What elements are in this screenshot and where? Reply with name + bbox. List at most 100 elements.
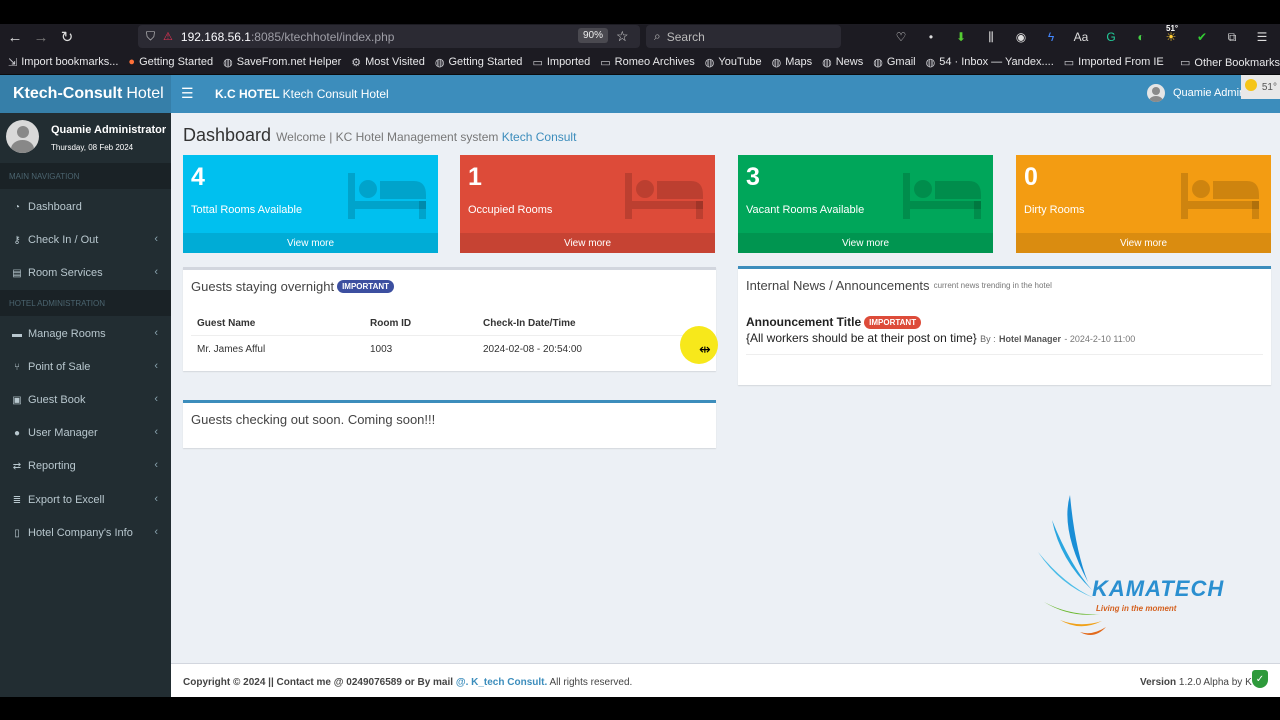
bookmark-label: Getting Started <box>139 56 214 68</box>
bookmark-label: News <box>835 56 864 68</box>
view-more-link[interactable]: View more <box>738 233 993 253</box>
extension-icon[interactable]: • <box>922 28 940 46</box>
announcement-text: {All workers should be at their post on … <box>746 331 977 345</box>
chevron-left-icon: ‹ <box>154 233 158 245</box>
firefox-icon: ● <box>128 56 136 68</box>
view-more-link[interactable]: View more <box>460 233 715 253</box>
ublock-icon[interactable]: ◉ <box>1012 28 1030 46</box>
bookmark-item[interactable]: ◍ News <box>822 56 863 69</box>
announcement-title: Announcement Title IMPORTANT <box>746 315 922 329</box>
check-icon[interactable]: ✔ <box>1193 28 1211 46</box>
folder-icon: ▭ <box>1180 57 1191 69</box>
bookmark-item[interactable]: ◍ Getting Started <box>435 56 523 69</box>
sidebar-item-dashboard[interactable]: ◔ Dashboard <box>0 192 171 222</box>
bookmark-item[interactable]: ● Getting Started <box>128 56 213 68</box>
news-subtitle: current news trending in the hotel <box>933 281 1052 290</box>
wing-icon <box>1036 495 1106 636</box>
bed-icon <box>1181 173 1259 219</box>
screen-top-border <box>0 0 1280 24</box>
bookmark-item[interactable]: ◍ Maps <box>772 56 813 69</box>
globe-icon: ◍ <box>223 56 233 69</box>
sidebar-item-export-to-excell[interactable]: ≣ Export to Excell ‹ <box>0 485 171 515</box>
user-menu[interactable]: Quamie Admin <box>1147 84 1245 102</box>
url-bar[interactable]: ⛉ ⚠ 192.168.56.1:8085/ktechhotel/index.p… <box>138 25 640 48</box>
bookmark-label: 54 · Inbox — Yandex.... <box>939 56 1054 68</box>
sidebar-item-room-services[interactable]: ▤ Room Services ‹ <box>0 258 171 288</box>
bed-icon <box>625 173 703 219</box>
bookmark-item[interactable]: ◍ Gmail <box>873 56 915 69</box>
star-icon[interactable]: ☆ <box>616 28 629 45</box>
shield-icon: ⛉ <box>146 29 156 43</box>
view-more-link[interactable]: View more <box>183 233 438 253</box>
chevron-left-icon: ‹ <box>154 266 158 278</box>
bookmark-item[interactable]: ◍ 54 · Inbox — Yandex.... <box>926 56 1054 69</box>
browser-toolbar: ← → ↻ ⛉ ⚠ 192.168.56.1:8085/ktechhotel/i… <box>0 24 1280 50</box>
menu-icon[interactable]: ☰ <box>1253 28 1271 46</box>
app-brand[interactable]: Ktech-Consult Hotel <box>0 75 171 113</box>
sidebar-toggle-icon[interactable]: ☰ <box>181 85 194 102</box>
announcement-author: Hotel Manager <box>999 334 1062 344</box>
sidebar-item-guest-book[interactable]: ▣ Guest Book ‹ <box>0 385 171 415</box>
sidebar-item-manage-rooms[interactable]: ▬ Manage Rooms ‹ <box>0 319 171 349</box>
book-icon: ▤ <box>12 267 22 279</box>
sidebar-item-reporting[interactable]: ⇄ Reporting ‹ <box>0 451 171 481</box>
weather-widget-temp: 51° <box>1261 81 1277 93</box>
footer-link[interactable]: @. K_tech Consult. <box>456 677 547 688</box>
bookmark-item[interactable]: ▭ Romeo Archives <box>600 56 695 69</box>
download-icon[interactable]: ⬇ <box>952 28 970 46</box>
footer-copyright-text: Copyright © 2024 || Contact me @ 0249076… <box>183 677 454 688</box>
bolt-icon[interactable]: ϟ <box>1042 28 1060 46</box>
other-bookmarks[interactable]: ▭ Other Bookmarks <box>1180 56 1280 70</box>
import-icon: ⇲ <box>8 56 18 69</box>
bookmark-label: SaveFrom.net Helper <box>236 56 342 68</box>
page-header: Dashboard Welcome | KC Hotel Management … <box>183 125 576 146</box>
bookmark-item[interactable]: ▭ Imported <box>532 56 590 69</box>
header-title: K.C HOTEL Ktech Consult Hotel <box>215 87 389 101</box>
brand-bold: Ktech-Consult <box>13 85 123 102</box>
occupied-rooms-box: 1 Occupied Rooms View more <box>460 155 715 253</box>
sidebar-user-name: Quamie Administrator <box>51 124 167 136</box>
utensils-icon: ⑂ <box>14 361 20 373</box>
checkout-panel: Guests checking out soon. Coming soon!!! <box>183 400 716 448</box>
chevron-left-icon: ‹ <box>154 426 158 438</box>
bookmark-item[interactable]: ▭ Imported From IE <box>1064 56 1164 69</box>
library-icon[interactable]: ⫼ <box>982 28 1000 46</box>
view-more-link[interactable]: View more <box>1016 233 1271 253</box>
edge-icon[interactable]: ◐ <box>1132 28 1150 46</box>
kamatech-logo: KAMATECH Living in the moment <box>1030 490 1240 640</box>
sidebar-item-label: Room Services <box>28 267 103 279</box>
bookmark-item[interactable]: ⚙ Most Visited <box>351 56 425 69</box>
globe-icon: ◍ <box>873 56 883 69</box>
font-icon[interactable]: Aa <box>1072 28 1090 46</box>
bookmark-item[interactable]: ◍ YouTube <box>705 56 762 69</box>
sidebar-item-hotel-company-s-info[interactable]: ▯ Hotel Company's Info ‹ <box>0 518 171 548</box>
guests-table: Guest Name Room ID Check-In Date/Time Mr. … <box>191 313 708 363</box>
bookmark-item[interactable]: ◍ SaveFrom.net Helper <box>223 56 341 69</box>
sun-icon <box>1245 79 1257 91</box>
grammarly-icon[interactable]: G <box>1102 28 1120 46</box>
security-shield-icon[interactable]: ✓ <box>1252 670 1268 688</box>
announcement-by-label: By : <box>980 334 996 344</box>
sidebar-item-label: Guest Book <box>28 394 86 406</box>
extensions-icon[interactable]: ⧉ <box>1223 28 1241 46</box>
sidebar-item-point-of-sale[interactable]: ⑂ Point of Sale ‹ <box>0 352 171 382</box>
globe-icon: ◍ <box>434 56 445 69</box>
sidebar-item-check-in-out[interactable]: ⚷ Check In / Out ‹ <box>0 225 171 255</box>
important-badge: IMPORTANT <box>337 280 395 293</box>
sidebar: Quamie Administrator Thursday, 08 Feb 20… <box>0 113 171 697</box>
brand-rest: Hotel <box>126 85 164 102</box>
search-input[interactable]: ⌕ Search <box>646 25 841 48</box>
table-cell: 1003 <box>364 334 477 363</box>
page-subtitle-link[interactable]: Ktech Consult <box>502 130 577 144</box>
forward-icon[interactable]: → <box>30 27 52 47</box>
back-icon[interactable]: ← <box>4 27 26 47</box>
bookmark-item[interactable]: ⇲ Import bookmarks... <box>8 56 118 69</box>
zoom-badge[interactable]: 90% <box>578 28 609 43</box>
list-icon: ≣ <box>12 494 22 506</box>
chevron-left-icon: ‹ <box>154 459 158 471</box>
reload-icon[interactable]: ↻ <box>56 27 78 47</box>
sidebar-item-user-manager[interactable]: ● User Manager ‹ <box>0 418 171 448</box>
pocket-icon[interactable]: ♡ <box>892 28 910 46</box>
bed-icon: ▬ <box>12 328 22 340</box>
briefcase-icon: ▣ <box>12 394 22 406</box>
